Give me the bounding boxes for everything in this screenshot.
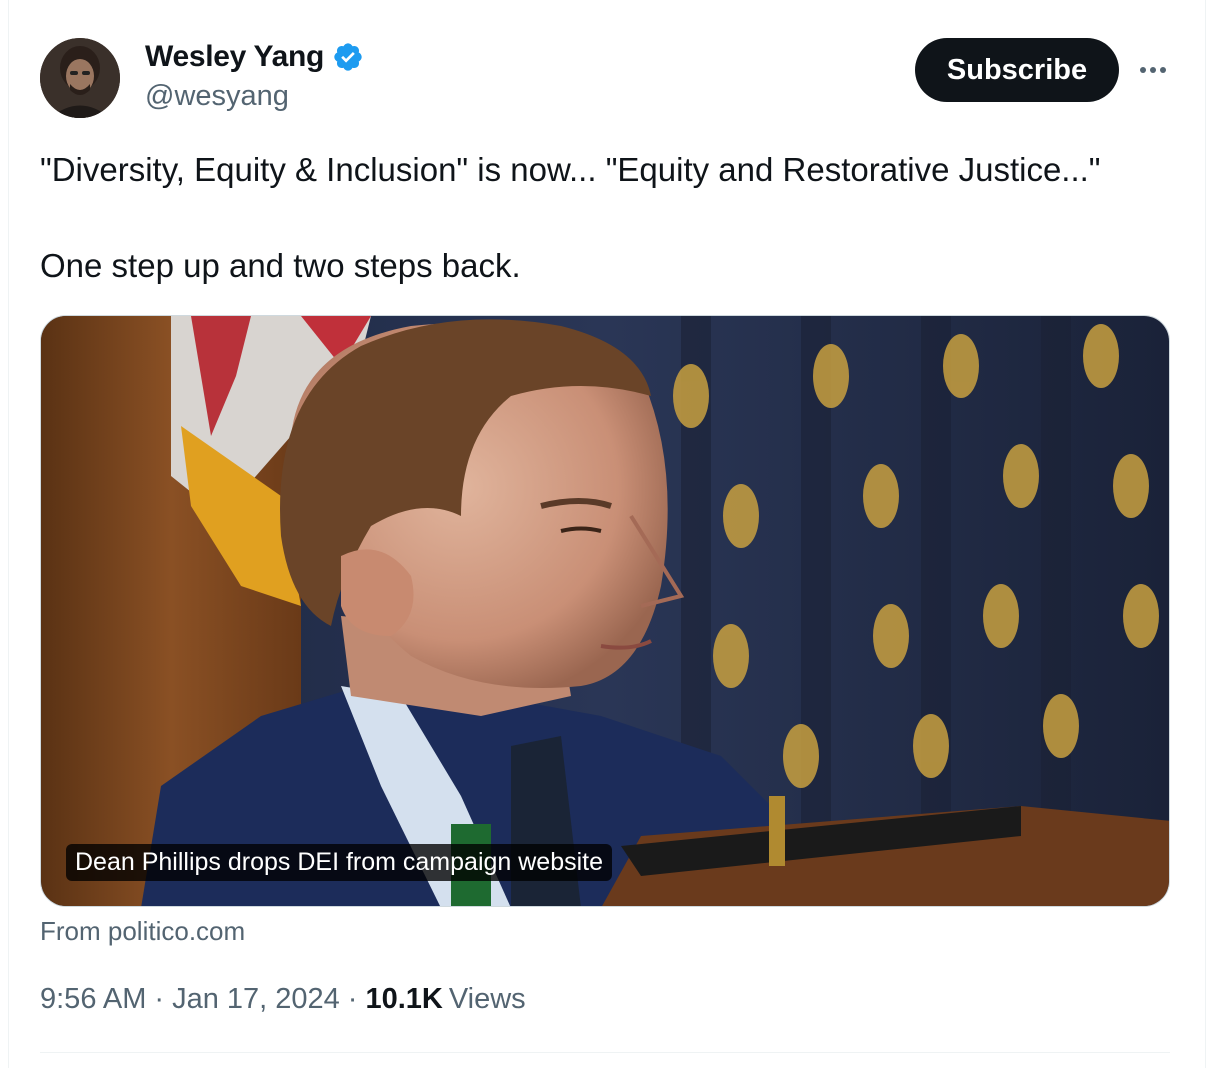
verified-badge-icon[interactable] (332, 41, 364, 73)
tweet-line-2: One step up and two steps back. (40, 247, 521, 284)
article-photo (41, 316, 1169, 906)
meta-separator: · (347, 983, 358, 1015)
right-border (1205, 0, 1206, 1068)
more-dot-icon (1150, 67, 1156, 73)
meta-separator: · (154, 983, 165, 1015)
source-link[interactable]: From politico.com (40, 916, 245, 947)
avatar-image (40, 38, 120, 118)
divider (40, 1052, 1170, 1053)
views-count: 10.1K (365, 983, 443, 1015)
left-border (8, 0, 9, 1068)
more-dot-icon (1140, 67, 1146, 73)
author-handle[interactable]: @wesyang (145, 80, 289, 113)
author-name-row[interactable]: Wesley Yang (145, 40, 364, 74)
more-horizontal-icon[interactable] (1136, 55, 1170, 85)
author-avatar[interactable] (40, 38, 120, 118)
subscribe-button[interactable]: Subscribe (915, 38, 1119, 102)
more-dot-icon (1160, 67, 1166, 73)
tweet-meta: 9:56 AM · Jan 17, 2024 · 10.1K Views (40, 983, 526, 1016)
link-preview-card[interactable]: Dean Phillips drops DEI from campaign we… (40, 315, 1170, 907)
tweet-date[interactable]: Jan 17, 2024 (172, 983, 340, 1016)
author-display-name[interactable]: Wesley Yang (145, 40, 324, 74)
views-label: Views (448, 983, 526, 1015)
tweet-line-1: "Diversity, Equity & Inclusion" is now..… (40, 151, 1101, 188)
media-caption: Dean Phillips drops DEI from campaign we… (66, 844, 613, 881)
tweet-time[interactable]: 9:56 AM (40, 983, 146, 1016)
tweet-text: "Diversity, Equity & Inclusion" is now..… (40, 150, 1170, 286)
